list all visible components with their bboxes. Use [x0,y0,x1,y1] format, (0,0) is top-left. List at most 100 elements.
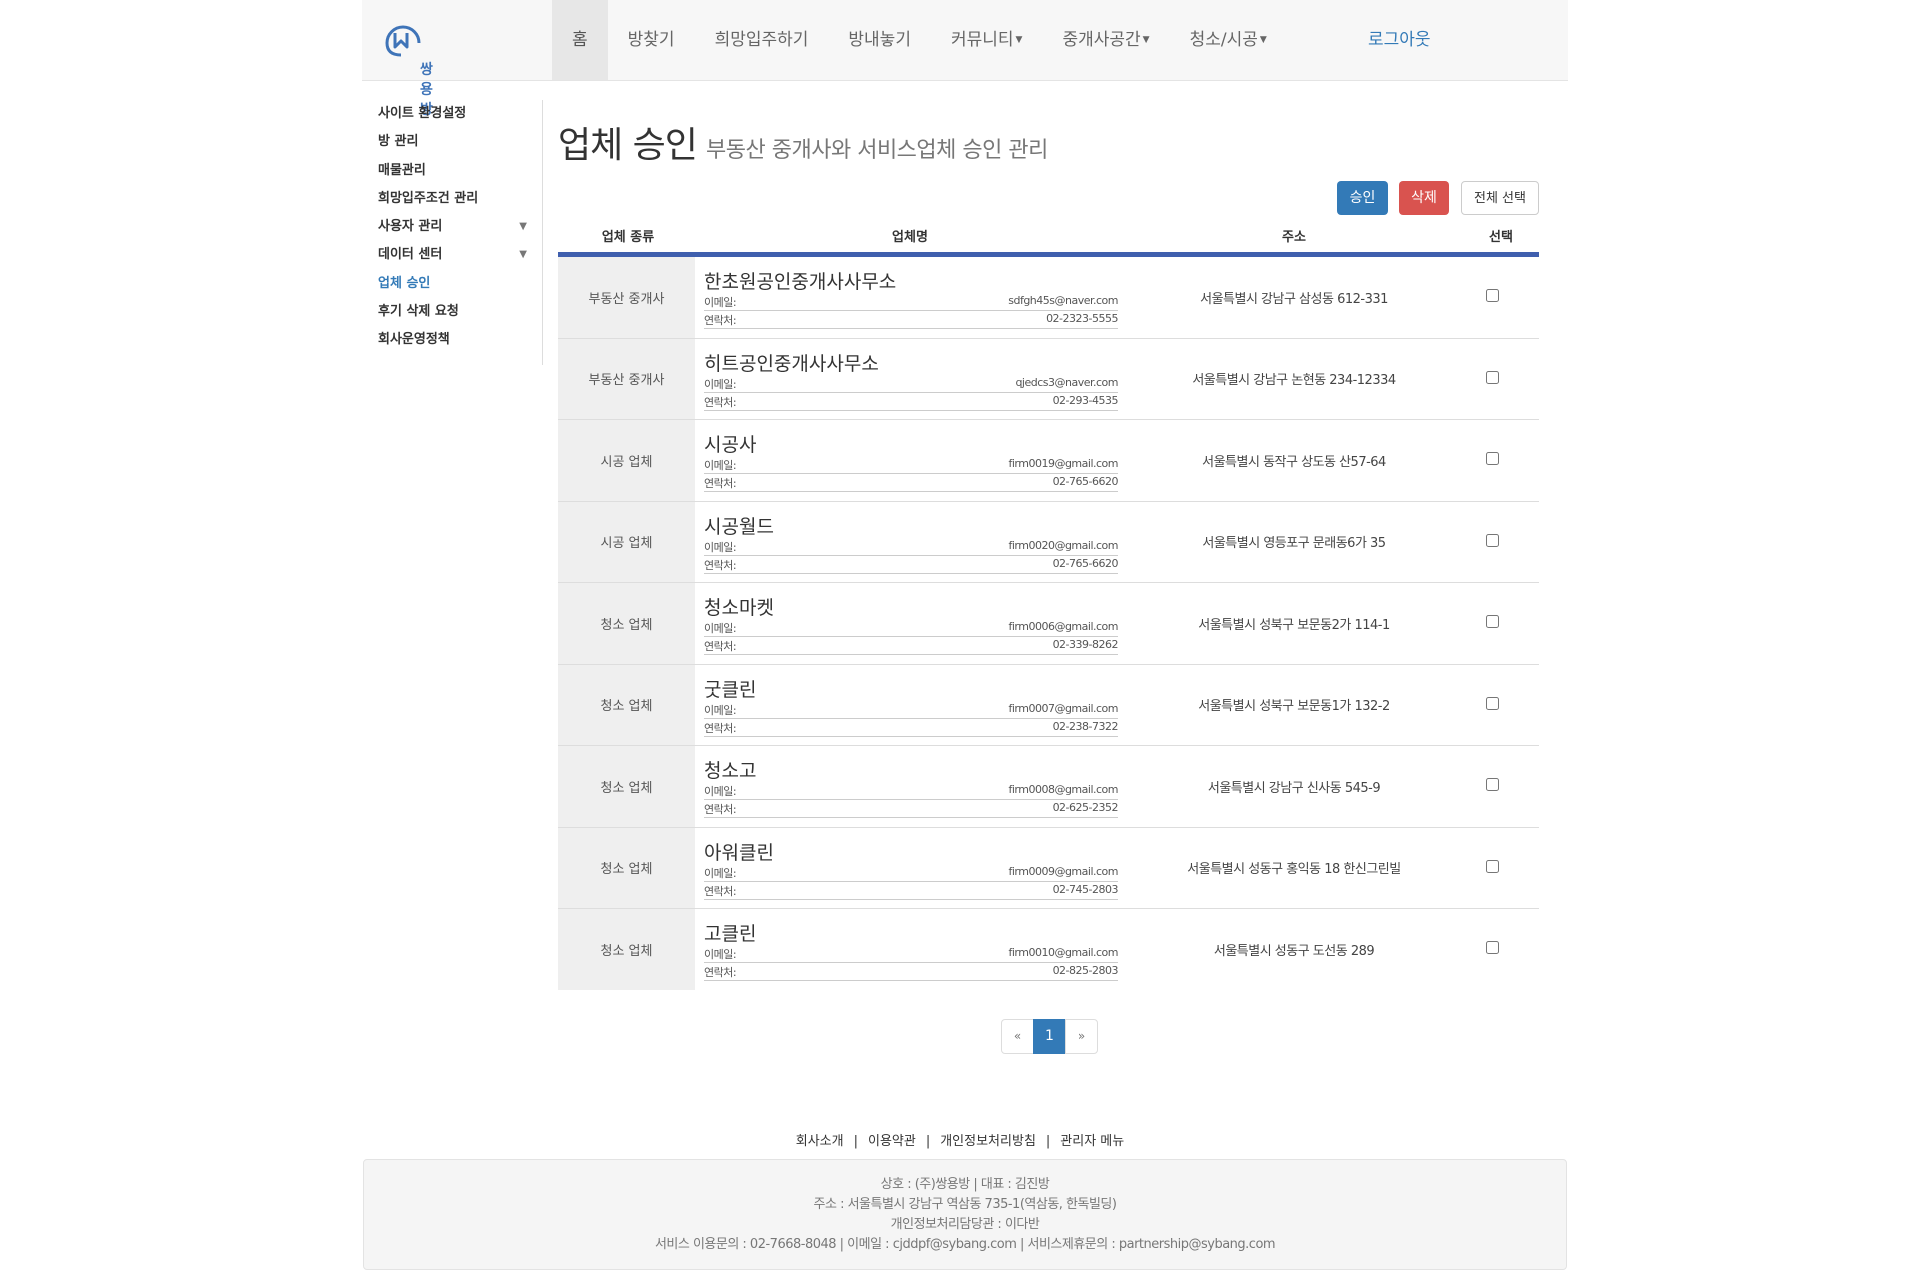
phone-label: 연락처: [704,314,737,327]
company-name: 고클린 [704,923,757,945]
top-navbar: 쌍용방 홈 방찾기 희망입주하기 방내놓기 커뮤니티 ▼ 중개사공간 ▼ 청소/시공… [362,0,1568,118]
phone-value: 02-765-6620 [1052,556,1119,570]
row-select-checkbox[interactable] [1486,452,1499,465]
footer-link-terms[interactable]: 이용약관 [868,1134,916,1149]
row-select-checkbox[interactable] [1486,370,1499,384]
phone-line: 연락처: 02-745-2803 [704,882,1119,900]
email-label: 이메일: [704,948,737,961]
company-address: 서울특별시 동작구 상도동 산57-64 [1202,454,1386,470]
approve-button[interactable]: 승인 [1337,181,1388,215]
sidebar-item-label: 사이트 환경설정 [378,106,467,121]
select-all-button[interactable]: 전체 선택 [1461,181,1539,215]
footer-info-line: 서비스 이용문의 : 02-7668-8048 | 이메일 : cjddpf@s… [654,1237,1276,1252]
email-line: 이메일: sdfgh45s@naver.com [704,293,1118,311]
table-row: 청소 업체 고클린이메일: firm0010@gmail.com 연락처: 02-825… [558,909,1539,990]
company-info-cell: 시공사 이메일: firm0019@gmail.com 연락처: 02-765-6620 [704,420,1119,501]
table-header: 업체 종류 업체명 주소 선택 [558,222,1539,257]
company-address: 서울특별시 성동구 도선동 289 [1213,943,1375,959]
page-subtitle: 부동산 중개사와 서비스업체 승인 관리 [706,138,1048,163]
sidebar-item-site-settings[interactable]: 사이트 환경설정 [362,100,542,128]
logout-link[interactable]: 로그아웃 [1358,0,1441,80]
company-address: 서울특별시 성동구 홍익동 18 한신그린빌 [1187,862,1401,878]
row-select-checkbox[interactable] [1486,533,1499,547]
sidebar-item-user-management[interactable]: 사용자 관리 ▼ [362,213,542,241]
nav-item-agent-space[interactable]: 중개사공간 ▼ [1042,0,1169,80]
phone-line: 연락처: 02-825-2803 [704,963,1119,981]
nav-item-community[interactable]: 커뮤니티 ▼ [931,0,1042,80]
company-name: 아워클린 [704,841,774,864]
sidebar-item-company-approval[interactable]: 업체 승인 [362,270,542,298]
table-row: 청소 업체 굿클린 이메일: firm0007@gmail.com 연락처: 02-238… [558,664,1539,746]
sidebar-item-listing-management[interactable]: 매물관리 [362,157,542,185]
footer-link-privacy[interactable]: 개인정보처리방침 [940,1134,1036,1149]
email-value: firm0006@gmail.com [1008,620,1118,633]
email-line: 이메일: qjedcs3@naver.com [704,375,1118,393]
company-info-cell: 청소마켓 이메일: firm0006@gmail.com 연락처: 02-339-826… [704,583,1119,664]
row-select-checkbox[interactable] [1486,615,1499,628]
pagination-next[interactable]: » [1065,1019,1098,1054]
company-address: 서울특별시 강남구 논현동 234-12334 [1192,373,1396,389]
email-label: 이메일: [704,785,737,798]
table-row: 청소 업체 청소마켓 이메일: firm0006@gmail.com 연락처: 02-33… [558,583,1539,665]
company-info-cell: 굿클린 이메일: firm0007@gmail.com 연락처: 02-238-7322 [704,665,1119,746]
nav-item-home[interactable]: 홈 [552,0,608,80]
footer-separator: | [853,1134,858,1149]
email-label: 이메일: [704,459,737,472]
nav-item-label: 청소/시공 [1189,30,1258,50]
sidebar-item-room-management[interactable]: 방 관리 [362,128,542,156]
phone-line: 연락처: 02-293-4535 [704,393,1119,411]
pagination-page[interactable]: 1 [1033,1019,1066,1054]
footer-link-about[interactable]: 회사소개 [796,1134,844,1149]
sidebar-item-wish-condition-management[interactable]: 희망입주조건 관리 [362,185,542,213]
company-type-cell: 청소 업체 [558,909,695,990]
phone-line: 연락처: 02-765-6620 [704,474,1119,492]
email-value: firm0008@gmail.com [1008,783,1118,796]
email-line: 이메일: firm0006@gmail.com [704,619,1118,637]
page-header: 업체 승인 부동산 중개사와 서비스업체 승인 관리 [558,116,1048,168]
phone-label: 연락처: [704,966,737,979]
triangle-down-icon: ▼ [519,249,527,261]
company-type-cell: 청소 업체 [558,664,695,745]
sidebar-item-data-center[interactable]: 데이터 센터 ▼ [362,241,542,269]
select-cell [1486,287,1499,306]
admin-sidebar: 사이트 환경설정 방 관리 매물관리 희망입주조건 관리 사용자 관리 ▼ 데이터… [362,100,543,365]
phone-line: 연락처: 02-339-8262 [704,637,1119,655]
phone-value: 02-339-8262 [1052,638,1119,651]
company-name: 한초원공인중개사사무소 [704,271,897,293]
nav-item-label: 희망입주하기 [714,30,809,50]
phone-value: 02-2323-5555 [1046,312,1118,325]
phone-value: 02-745-2803 [1052,882,1119,896]
sidebar-item-operation-policy[interactable]: 회사운영정책 [362,326,542,354]
footer-link-admin-menu[interactable]: 관리자 메뉴 [1060,1134,1124,1149]
sidebar-item-label: 매물관리 [378,162,426,178]
email-value: firm0007@gmail.com [1008,701,1118,715]
row-select-checkbox[interactable] [1486,778,1499,791]
company-type-cell: 시공 업체 [558,420,695,501]
phone-value: 02-625-2352 [1052,801,1119,814]
pagination-prev[interactable]: « [1001,1019,1034,1054]
select-cell [1486,776,1499,795]
row-select-checkbox[interactable] [1486,941,1499,954]
nav-item-wish-move-in[interactable]: 희망입주하기 [695,0,829,80]
page: 쌍용방 홈 방찾기 희망입주하기 방내놓기 커뮤니티 ▼ 중개사공간 ▼ 청소/시공… [0,0,1920,1284]
row-select-checkbox[interactable] [1486,859,1499,873]
nav-item-list-room[interactable]: 방내놓기 [828,0,931,80]
company-name: 청소마켓 [704,597,774,619]
brand-logo[interactable]: 쌍용방 [377,13,437,118]
sidebar-item-label: 사용자 관리 [378,219,443,235]
nav-item-find-room[interactable]: 방찾기 [608,0,695,80]
company-name: 굿클린 [704,678,757,701]
delete-button[interactable]: 삭제 [1399,181,1449,215]
caret-down-icon: ▼ [1015,35,1023,45]
company-address: 서울특별시 강남구 신사동 545-9 [1207,780,1381,796]
company-type-cell: 청소 업체 [558,827,695,908]
email-value: firm0010@gmail.com [1008,946,1118,959]
company-name: 히트공인중개사사무소 [704,352,879,375]
nav-item-cleaning-construction[interactable]: 청소/시공 ▼ [1170,0,1287,80]
sidebar-item-review-delete-requests[interactable]: 후기 삭제 요청 [362,298,542,326]
row-select-checkbox[interactable] [1486,696,1499,710]
sidebar-item-label: 후기 삭제 요청 [378,304,459,320]
table-row: 부동산 중개사 히트공인중개사사무소 이메일: qjedcs3@naver.com 연락… [558,338,1539,420]
email-value: firm0009@gmail.com [1008,864,1118,878]
row-select-checkbox[interactable] [1486,289,1499,302]
